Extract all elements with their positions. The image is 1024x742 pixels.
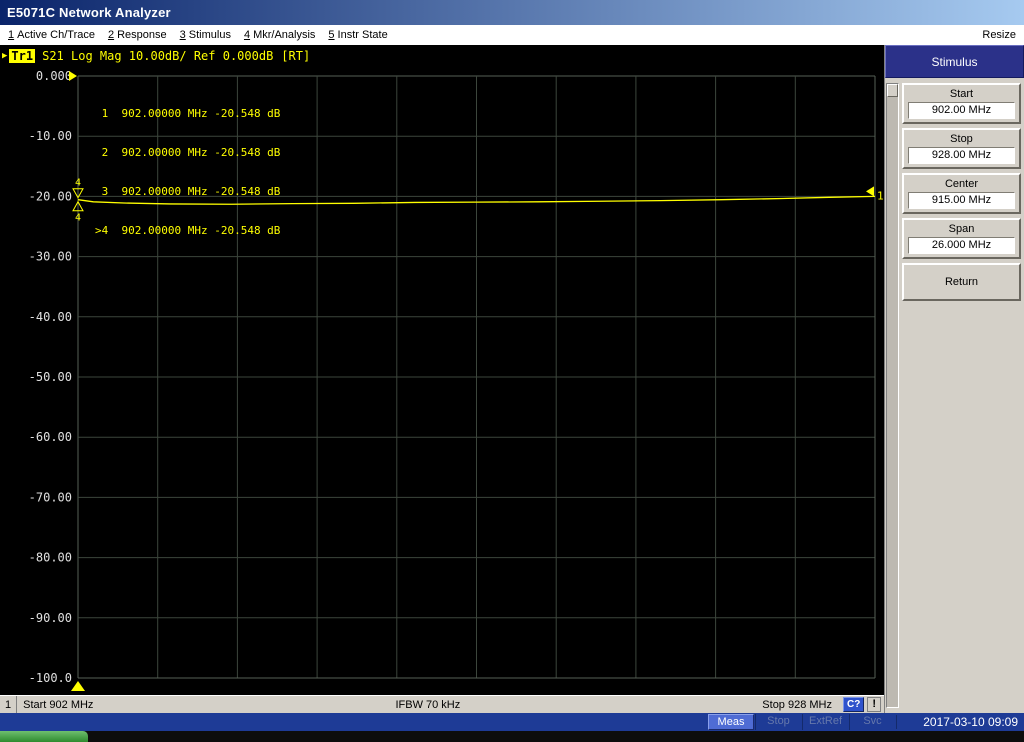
window-title: E5071C Network Analyzer — [7, 5, 171, 20]
menu-resize[interactable]: Resize — [982, 29, 1016, 41]
svg-text:-40.00: -40.00 — [29, 310, 72, 324]
correction-badge: C? — [843, 697, 865, 712]
svc-indicator: Svc — [849, 714, 895, 730]
svg-text:4: 4 — [75, 213, 81, 224]
taskbar-fragment — [0, 731, 1024, 742]
menu-key: 2 — [107, 29, 115, 41]
softkey-label: Return — [944, 276, 979, 288]
status-ifbw: IFBW 70 kHz — [395, 698, 461, 711]
svg-text:-70.00: -70.00 — [29, 490, 72, 504]
menu-label: Instr State — [337, 29, 388, 41]
softkey-span-value: 26.000 MHz — [908, 237, 1015, 254]
softkey-sidebar: Stimulus Start 902.00 MHz Stop 928.00 MH… — [884, 45, 1024, 713]
marker-row: 1 902.00000 MHz -20.548 dB — [95, 107, 281, 120]
softkey-menu-title: Stimulus — [885, 45, 1024, 78]
menu-item-active-ch-trace[interactable]: 1 Active Ch/Trace — [8, 29, 95, 41]
softkey-center[interactable]: Center 915.00 MHz — [902, 173, 1021, 214]
menu-label: Response — [117, 29, 167, 41]
menu-label: Stimulus — [188, 29, 231, 41]
channel-indicator: 1 — [0, 696, 18, 713]
trace-display: 0.000 -10.00 -20.00 -30.00 -40.00 -50.00 -60.0… — [0, 45, 884, 695]
status-start: Start 902 MHz — [23, 698, 94, 711]
softkey-list: Start 902.00 MHz Stop 928.00 MHz Center … — [899, 78, 1024, 713]
marker-row: >4 902.00000 MHz -20.548 dB — [95, 224, 281, 237]
softkey-stop-value: 928.00 MHz — [908, 147, 1015, 164]
softkey-scrollbar[interactable] — [886, 83, 899, 708]
stop-indicator: Stop — [755, 714, 801, 730]
svg-text:-100.0: -100.0 — [29, 671, 72, 685]
status-stop: Stop 928 MHz — [762, 698, 832, 711]
menu-key: 3 — [179, 29, 186, 41]
scrollbar-thumb[interactable] — [887, 84, 898, 97]
softkey-label: Stop — [950, 133, 973, 145]
marker-row: 3 902.00000 MHz -20.548 dB — [95, 185, 281, 198]
trace-settings: S21 Log Mag 10.00dB/ Ref 0.000dB — [42, 49, 274, 63]
svg-text:-60.00: -60.00 — [29, 430, 72, 444]
active-trace-arrow-icon: ▶ — [2, 51, 8, 61]
menu-label: Mkr/Analysis — [253, 29, 316, 41]
softkey-stop[interactable]: Stop 928.00 MHz — [902, 128, 1021, 169]
svg-text:4: 4 — [75, 178, 81, 189]
svg-text:-50.00: -50.00 — [29, 370, 72, 384]
menu-label: Active Ch/Trace — [17, 29, 95, 41]
svg-text:1: 1 — [877, 189, 884, 202]
menu-item-instr-state[interactable]: 5 Instr State — [328, 29, 387, 41]
trace-name-badge[interactable]: Tr1 — [9, 49, 36, 63]
svg-text:-10.00: -10.00 — [29, 129, 72, 143]
marker-readout-table: 1 902.00000 MHz -20.548 dB 2 902.00000 M… — [95, 81, 280, 263]
start-button-fragment[interactable] — [0, 731, 88, 742]
softkey-body: Start 902.00 MHz Stop 928.00 MHz Center … — [885, 78, 1024, 713]
softkey-label: Start — [949, 88, 974, 100]
trace-header: ▶ Tr1 S21 Log Mag 10.00dB/ Ref 0.000dB [… — [2, 49, 310, 63]
menu-key: 1 — [8, 29, 15, 41]
menu-item-stimulus[interactable]: 3 Stimulus — [180, 29, 231, 41]
extref-indicator: ExtRef — [802, 714, 848, 730]
menubar: 1 Active Ch/Trace 2 Response 3 Stimulus 4 Mk… — [0, 25, 1024, 45]
svg-text:0.000: 0.000 — [36, 69, 72, 83]
softkey-start-value: 902.00 MHz — [908, 102, 1015, 119]
softkey-label: Span — [948, 223, 975, 235]
screen-status-bar: 1 Start 902 MHz IFBW 70 kHz Stop 928 MHz… — [0, 695, 884, 713]
titlebar: E5071C Network Analyzer — [0, 0, 1024, 25]
system-status-bar: Meas Stop ExtRef Svc 2017-03-10 09:09 — [0, 713, 1024, 731]
softkey-center-value: 915.00 MHz — [908, 192, 1015, 209]
svg-text:-20.00: -20.00 — [29, 189, 72, 203]
softkey-span[interactable]: Span 26.000 MHz — [902, 218, 1021, 259]
alert-indicator: ! — [867, 697, 882, 712]
app-window: E5071C Network Analyzer 1 Active Ch/Trace… — [0, 0, 1024, 742]
menu-item-mkr-analysis[interactable]: 4 Mkr/Analysis — [244, 29, 315, 41]
svg-text:-80.00: -80.00 — [29, 551, 72, 565]
analyzer-screen: 0.000 -10.00 -20.00 -30.00 -40.00 -50.00 -60.0… — [0, 45, 884, 713]
svg-text:-30.00: -30.00 — [29, 250, 72, 264]
menu-key: 4 — [243, 29, 251, 41]
meas-indicator: Meas — [708, 714, 754, 730]
softkey-return[interactable]: Return — [902, 263, 1021, 301]
svg-text:-90.00: -90.00 — [29, 611, 72, 625]
softkey-label: Center — [944, 178, 979, 190]
main-content: 0.000 -10.00 -20.00 -30.00 -40.00 -50.00 -60.0… — [0, 45, 1024, 713]
menu-item-response[interactable]: 2 Response — [108, 29, 167, 41]
marker-row: 2 902.00000 MHz -20.548 dB — [95, 146, 281, 159]
menu-key: 5 — [328, 29, 335, 41]
softkey-start[interactable]: Start 902.00 MHz — [902, 83, 1021, 124]
trace-status-flag: [RT] — [281, 49, 311, 63]
datetime-display: 2017-03-10 09:09 — [896, 715, 1024, 729]
